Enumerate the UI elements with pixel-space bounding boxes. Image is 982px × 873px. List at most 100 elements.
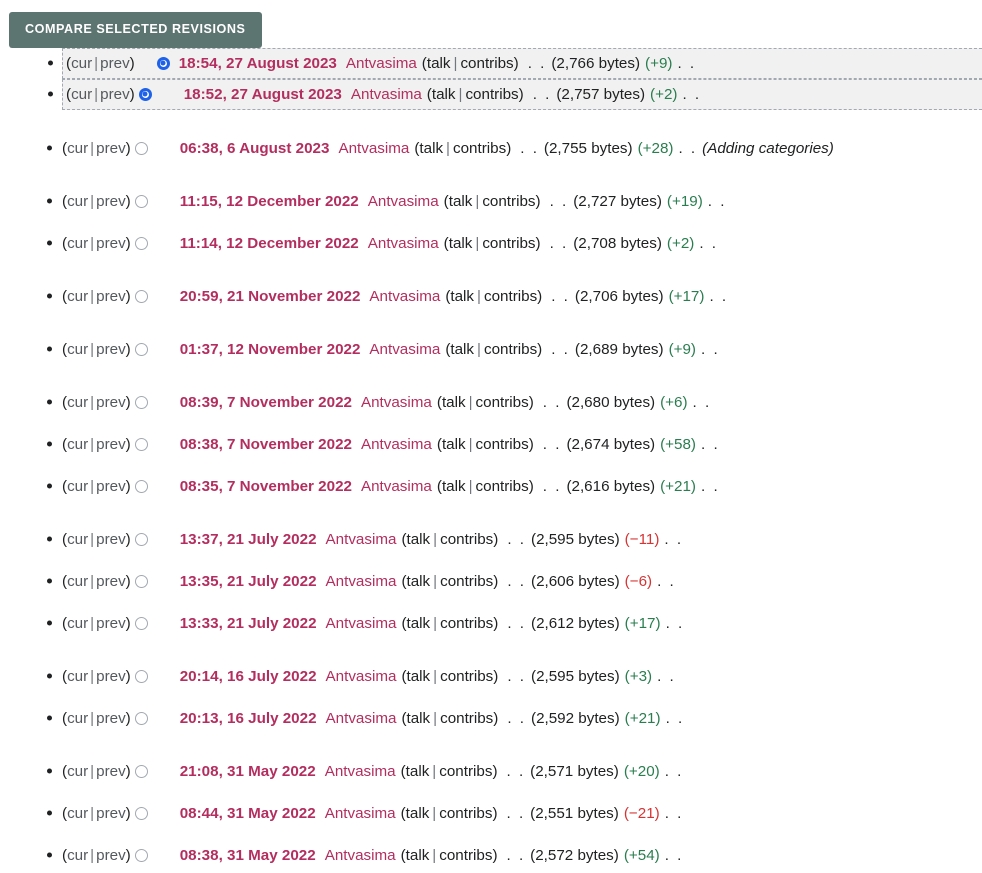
revision-radio-button[interactable]	[134, 194, 148, 208]
prev-link[interactable]: prev	[96, 394, 126, 411]
revision-date-link[interactable]: 11:14, 12 December 2022	[180, 235, 359, 252]
revision-radio-button[interactable]	[138, 87, 152, 101]
prev-link[interactable]: prev	[100, 86, 130, 103]
user-link[interactable]: Antvasima	[361, 436, 432, 453]
revision-date-link[interactable]: 18:54, 27 August 2023	[179, 55, 337, 72]
prev-link[interactable]: prev	[96, 193, 126, 210]
revision-radio-button[interactable]	[134, 236, 148, 250]
contribs-link[interactable]: contribs	[476, 436, 529, 453]
revision-date-link[interactable]: 20:59, 21 November 2022	[180, 288, 361, 305]
prev-link[interactable]: prev	[100, 55, 130, 72]
revision-radio-button[interactable]	[134, 848, 148, 862]
contribs-link[interactable]: contribs	[440, 615, 493, 632]
user-link[interactable]: Antvasima	[369, 341, 440, 358]
contribs-link[interactable]: contribs	[440, 668, 493, 685]
user-link[interactable]: Antvasima	[326, 615, 397, 632]
cur-link[interactable]: cur	[67, 478, 88, 495]
prev-link[interactable]: prev	[96, 288, 126, 305]
prev-link[interactable]: prev	[96, 478, 126, 495]
contribs-link[interactable]: contribs	[482, 193, 535, 210]
cur-link[interactable]: cur	[67, 668, 88, 685]
contribs-link[interactable]: contribs	[440, 573, 493, 590]
cur-link[interactable]: cur	[67, 140, 88, 157]
revision-date-link[interactable]: 01:37, 12 November 2022	[180, 341, 361, 358]
contribs-link[interactable]: contribs	[439, 805, 492, 822]
cur-link[interactable]: cur	[67, 847, 88, 864]
cur-link[interactable]: cur	[67, 341, 88, 358]
cur-link[interactable]: cur	[67, 805, 88, 822]
contribs-link[interactable]: contribs	[440, 710, 493, 727]
user-link[interactable]: Antvasima	[326, 531, 397, 548]
cur-link[interactable]: cur	[67, 193, 88, 210]
revision-radio-button[interactable]	[134, 806, 148, 820]
cur-link[interactable]: cur	[67, 573, 88, 590]
revision-radio-button[interactable]	[134, 289, 148, 303]
prev-link[interactable]: prev	[96, 668, 126, 685]
cur-link[interactable]: cur	[67, 235, 88, 252]
cur-link[interactable]: cur	[67, 288, 88, 305]
revision-date-link[interactable]: 20:13, 16 July 2022	[180, 710, 317, 727]
prev-link[interactable]: prev	[96, 573, 126, 590]
prev-link[interactable]: prev	[96, 531, 126, 548]
compare-selected-revisions-button[interactable]: Compare selected revisions	[9, 12, 262, 48]
revision-date-link[interactable]: 13:33, 21 July 2022	[180, 615, 317, 632]
user-link[interactable]: Antvasima	[325, 847, 396, 864]
cur-link[interactable]: cur	[67, 710, 88, 727]
user-link[interactable]: Antvasima	[326, 710, 397, 727]
user-link[interactable]: Antvasima	[361, 478, 432, 495]
revision-radio-button[interactable]	[134, 616, 148, 630]
revision-date-link[interactable]: 11:15, 12 December 2022	[180, 193, 359, 210]
contribs-link[interactable]: contribs	[460, 55, 513, 72]
revision-radio-button[interactable]	[134, 574, 148, 588]
revision-date-link[interactable]: 08:39, 7 November 2022	[180, 394, 352, 411]
user-link[interactable]: Antvasima	[338, 140, 409, 157]
contribs-link[interactable]: contribs	[476, 394, 529, 411]
user-link[interactable]: Antvasima	[325, 805, 396, 822]
user-link[interactable]: Antvasima	[326, 668, 397, 685]
contribs-link[interactable]: contribs	[484, 288, 537, 305]
contribs-link[interactable]: contribs	[453, 140, 506, 157]
prev-link[interactable]: prev	[96, 615, 126, 632]
contribs-link[interactable]: contribs	[440, 531, 493, 548]
revision-date-link[interactable]: 13:37, 21 July 2022	[180, 531, 317, 548]
prev-link[interactable]: prev	[96, 805, 126, 822]
revision-date-link[interactable]: 08:38, 31 May 2022	[180, 847, 316, 864]
revision-date-link[interactable]: 06:38, 6 August 2023	[180, 140, 330, 157]
user-link[interactable]: Antvasima	[346, 55, 417, 72]
contribs-link[interactable]: contribs	[439, 847, 492, 864]
prev-link[interactable]: prev	[96, 341, 126, 358]
contribs-link[interactable]: contribs	[465, 86, 518, 103]
user-link[interactable]: Antvasima	[368, 193, 439, 210]
revision-radio-button[interactable]	[134, 437, 148, 451]
user-link[interactable]: Antvasima	[369, 288, 440, 305]
user-link[interactable]: Antvasima	[368, 235, 439, 252]
revision-date-link[interactable]: 08:44, 31 May 2022	[180, 805, 316, 822]
prev-link[interactable]: prev	[96, 763, 126, 780]
prev-link[interactable]: prev	[96, 436, 126, 453]
contribs-link[interactable]: contribs	[482, 235, 535, 252]
revision-date-link[interactable]: 21:08, 31 May 2022	[180, 763, 316, 780]
cur-link[interactable]: cur	[67, 436, 88, 453]
revision-date-link[interactable]: 08:38, 7 November 2022	[180, 436, 352, 453]
prev-link[interactable]: prev	[96, 235, 126, 252]
user-link[interactable]: Antvasima	[325, 763, 396, 780]
cur-link[interactable]: cur	[71, 86, 92, 103]
cur-link[interactable]: cur	[67, 531, 88, 548]
revision-radio-button[interactable]	[134, 669, 148, 683]
cur-link[interactable]: cur	[67, 615, 88, 632]
revision-date-link[interactable]: 08:35, 7 November 2022	[180, 478, 352, 495]
revision-radio-button[interactable]	[134, 711, 148, 725]
prev-link[interactable]: prev	[96, 140, 126, 157]
contribs-link[interactable]: contribs	[476, 478, 529, 495]
revision-date-link[interactable]: 18:52, 27 August 2023	[184, 86, 342, 103]
user-link[interactable]: Antvasima	[361, 394, 432, 411]
prev-link[interactable]: prev	[96, 847, 126, 864]
revision-radio-button[interactable]	[134, 479, 148, 493]
cur-link[interactable]: cur	[67, 763, 88, 780]
revision-date-link[interactable]: 13:35, 21 July 2022	[180, 573, 317, 590]
revision-radio-button[interactable]	[134, 342, 148, 356]
revision-radio-button[interactable]	[156, 56, 170, 70]
revision-radio-button[interactable]	[134, 532, 148, 546]
cur-link[interactable]: cur	[67, 394, 88, 411]
revision-radio-button[interactable]	[134, 395, 148, 409]
